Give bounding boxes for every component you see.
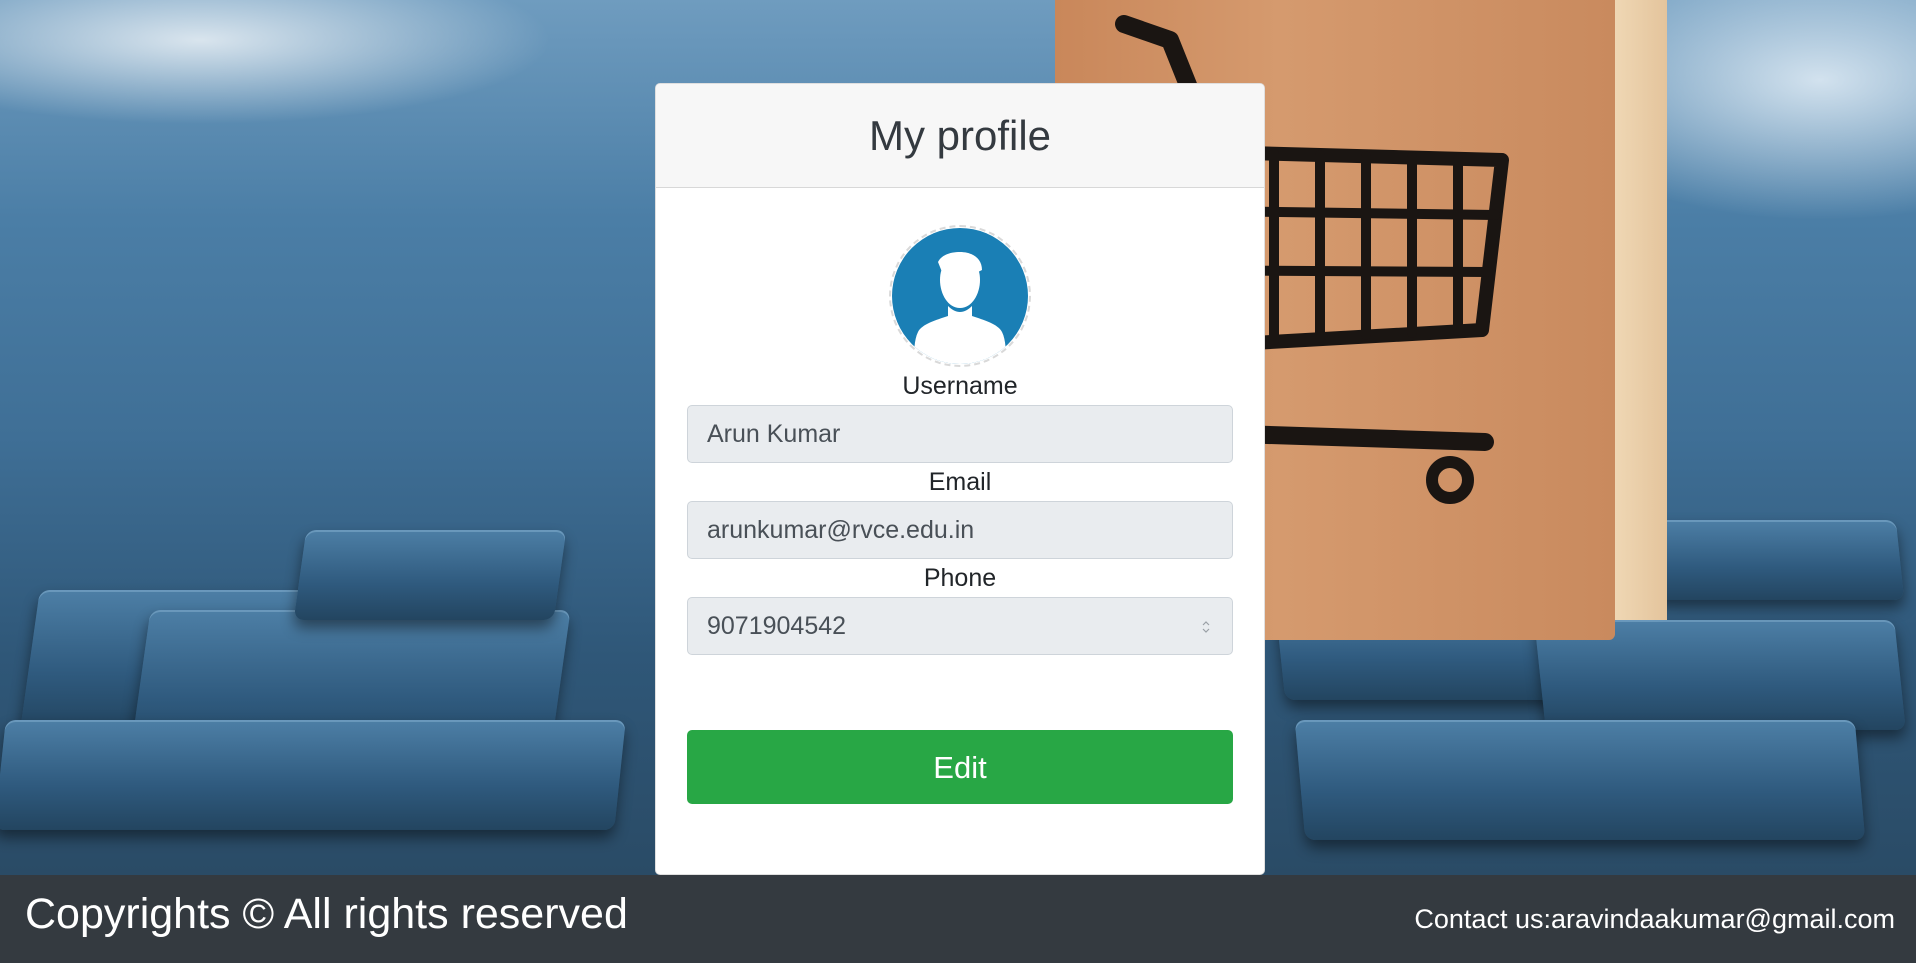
wooden-box-side [1615, 0, 1667, 620]
phone-field[interactable]: 9071904542 [687, 597, 1233, 655]
email-value: arunkumar@rvce.edu.in [707, 516, 975, 544]
keyboard-key [0, 720, 626, 830]
keyboard-key [1645, 520, 1905, 600]
keyboard-key [1294, 720, 1866, 840]
card-body: Username Arun Kumar Email arunkumar@rvce… [656, 188, 1264, 804]
page-title: My profile [868, 111, 1052, 159]
phone-value: 9071904542 [707, 612, 847, 640]
spinner-arrows-icon[interactable] [1202, 620, 1210, 634]
phone-label: Phone [923, 564, 997, 592]
avatar-container [687, 188, 1233, 367]
footer-copyright: Copyrights © All rights reserved [25, 890, 628, 938]
username-field[interactable]: Arun Kumar [687, 405, 1233, 463]
user-avatar-icon [892, 228, 1028, 364]
profile-card: My profile Username Arun Kumar Email aru… [655, 83, 1265, 875]
edit-button[interactable]: Edit [687, 730, 1233, 804]
page: My profile Username Arun Kumar Email aru… [0, 0, 1916, 963]
footer: Copyrights © All rights reserved Contact… [0, 875, 1916, 963]
username-value: Arun Kumar [707, 420, 841, 448]
card-header: My profile [656, 84, 1264, 188]
email-field[interactable]: arunkumar@rvce.edu.in [687, 501, 1233, 559]
email-label: Email [928, 468, 992, 496]
footer-contact: Contact us:aravindaakumar@gmail.com [1414, 904, 1895, 934]
avatar [889, 225, 1031, 367]
username-label: Username [902, 372, 1018, 400]
keyboard-key [293, 530, 567, 620]
